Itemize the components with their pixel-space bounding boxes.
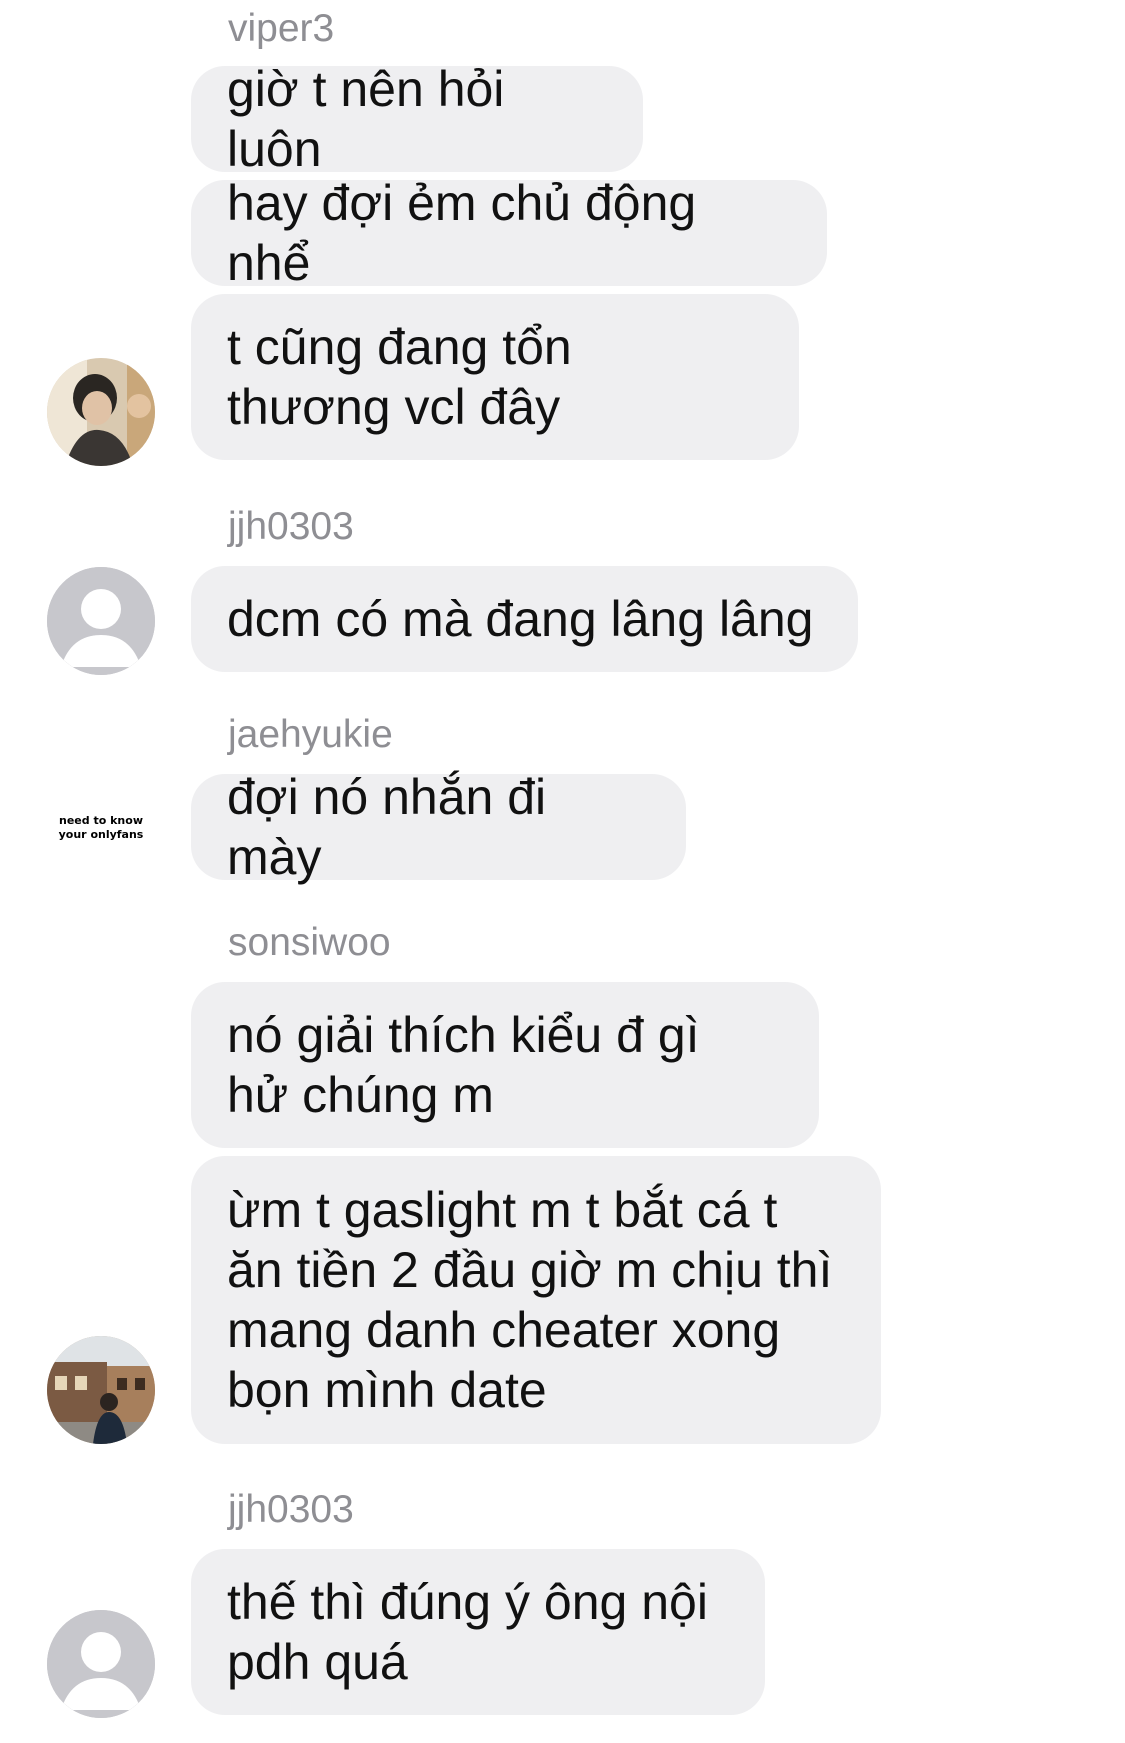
avatar-jjh0303[interactable] [47, 567, 155, 675]
avatar-caption: your onlyfans [58, 828, 144, 841]
sender-name: jaehyukie [228, 713, 393, 756]
avatar-jaehyukie[interactable]: need to know your onlyfans [47, 774, 155, 882]
avatar-caption: need to know [59, 814, 143, 827]
message-text: hay đợi ẻm chủ động nhể [227, 175, 697, 291]
message-bubble[interactable]: t cũng đang tổn thương vcl đây [191, 294, 799, 460]
sender-name: sonsiwoo [228, 921, 391, 964]
message-bubble[interactable]: dcm có mà đang lâng lâng [191, 566, 858, 672]
sender-name: viper3 [228, 7, 335, 50]
message-bubble[interactable]: hay đợi ẻm chủ động nhể [191, 175, 827, 291]
message-text: ừm t gaslight m t bắt cá t ăn tiền 2 đầu… [227, 1182, 833, 1418]
person-silhouette-icon [47, 567, 155, 675]
avatar-jjh0303[interactable] [47, 1610, 155, 1718]
message-bubble[interactable]: ừm t gaslight m t bắt cá t ăn tiền 2 đầu… [191, 1156, 881, 1444]
message-text: giờ t nên hỏi luôn [227, 61, 505, 177]
sender-name: jjh0303 [228, 505, 354, 548]
profile-photo-icon [47, 1336, 155, 1444]
avatar-viper3[interactable] [47, 358, 155, 466]
sender-name: jjh0303 [228, 1488, 354, 1531]
message-text: dcm có mà đang lâng lâng [227, 591, 814, 647]
message-text: t cũng đang tổn thương vcl đây [227, 319, 572, 435]
person-silhouette-icon [47, 1610, 155, 1718]
message-text: thế thì đúng ý ông nội pdh quá [227, 1574, 708, 1690]
message-bubble[interactable]: giờ t nên hỏi luôn [191, 61, 643, 177]
message-bubble[interactable]: đợi nó nhắn đi mày [191, 769, 686, 885]
message-text: đợi nó nhắn đi mày [227, 769, 547, 885]
avatar-sonsiwoo[interactable] [47, 1336, 155, 1444]
profile-photo-icon [47, 358, 155, 466]
message-text: nó giải thích kiểu đ gì hử chúng m [227, 1007, 700, 1123]
message-bubble[interactable]: thế thì đúng ý ông nội pdh quá [191, 1549, 765, 1715]
message-bubble[interactable]: nó giải thích kiểu đ gì hử chúng m [191, 982, 819, 1148]
